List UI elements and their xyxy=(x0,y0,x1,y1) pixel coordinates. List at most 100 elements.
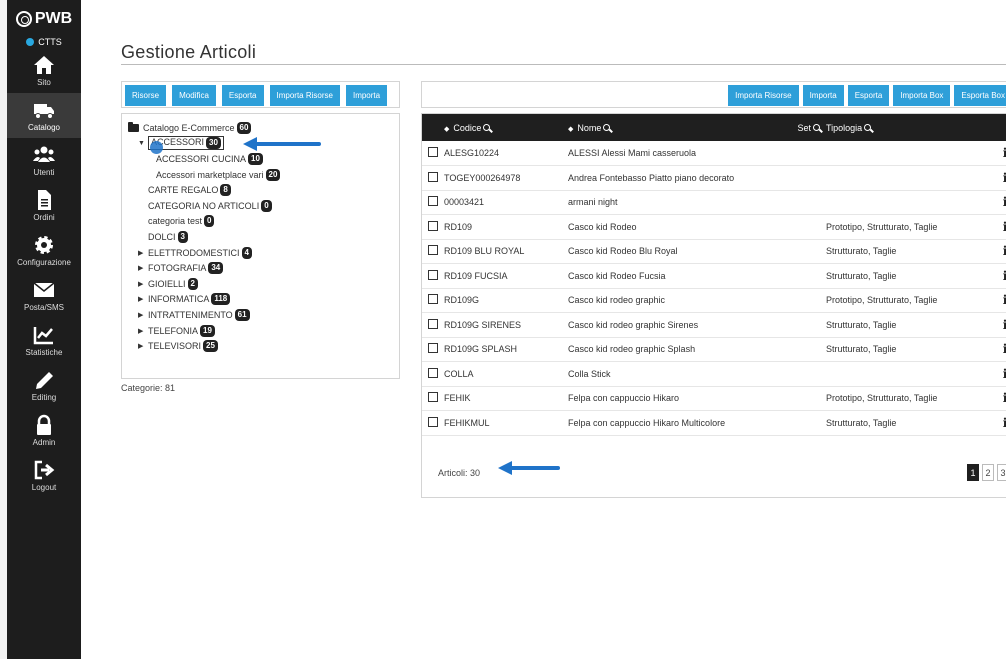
tree-item[interactable]: ▶ FOTOGRAFIA 34 xyxy=(128,260,393,276)
table-row[interactable]: RD109 Casco kid Rodeo Prototipo, Struttura… xyxy=(422,214,1006,240)
caret-right-icon[interactable]: ▶ xyxy=(138,311,148,319)
tree-item[interactable]: Accessori marketplace vari 20 xyxy=(128,167,393,183)
table-row[interactable]: RD109 BLU ROYAL Casco kid Rodeo Blu Royal… xyxy=(422,239,1006,264)
page-2-button[interactable]: 2 xyxy=(982,464,994,481)
nav-label: Statistiche xyxy=(25,348,63,357)
cell-name: Casco kid Rodeo Fucsia xyxy=(568,263,788,289)
cell-type xyxy=(826,165,995,191)
search-icon[interactable] xyxy=(483,123,491,131)
header-set[interactable]: Set xyxy=(788,114,826,141)
nav-item-statistiche[interactable]: Statistiche xyxy=(7,318,81,363)
row-checkbox[interactable] xyxy=(428,294,438,305)
pencil-icon xyxy=(36,372,53,389)
tree-item-label: ELETTRODOMESTICI xyxy=(148,247,240,258)
nav-item-posta-sms[interactable]: Posta/SMS xyxy=(7,273,81,318)
caret-right-icon[interactable]: ▶ xyxy=(138,327,148,335)
cell-type: Strutturato, Taglie xyxy=(826,239,995,264)
row-checkbox[interactable] xyxy=(428,196,438,207)
nav-item-admin[interactable]: Admin xyxy=(7,408,81,453)
nav-item-configurazione[interactable]: Configurazione xyxy=(7,228,81,273)
table-row[interactable]: COLLA Colla Stick i xyxy=(422,361,1006,387)
risorse-button[interactable]: Risorse xyxy=(125,85,167,106)
search-icon[interactable] xyxy=(603,123,611,131)
table-row[interactable]: TOGEY000264978 Andrea Fontebasso Piatto p… xyxy=(422,165,1006,191)
tree-item-label: TELEVISORI xyxy=(148,341,202,352)
tree-item[interactable]: categoria test 0 xyxy=(128,214,393,230)
row-checkbox[interactable] xyxy=(428,245,438,256)
esporta-button[interactable]: Esporta xyxy=(221,85,264,106)
esporta-box-button[interactable]: Esporta Box xyxy=(954,85,1006,106)
nav-label: Configurazione xyxy=(17,258,71,267)
esporta-button[interactable]: Esporta xyxy=(847,85,890,106)
cell-set xyxy=(788,190,826,215)
cell-name: Casco kid rodeo graphic Splash xyxy=(568,337,788,362)
header-code[interactable]: ◆ Codice xyxy=(444,114,568,141)
gear-icon xyxy=(35,236,53,254)
search-icon[interactable] xyxy=(864,123,872,131)
row-checkbox[interactable] xyxy=(428,416,438,427)
cell-name: ALESSI Alessi Mami casseruola xyxy=(568,141,788,166)
brand-logo[interactable]: PWB xyxy=(7,0,81,38)
row-checkbox[interactable] xyxy=(428,392,438,403)
cell-code: RD109G SPLASH xyxy=(444,337,568,362)
tree-item-label: CARTE REGALO xyxy=(148,185,219,196)
modifica-button[interactable]: Modifica xyxy=(172,85,216,106)
row-checkbox[interactable] xyxy=(428,269,438,280)
tree-item[interactable]: ▶ TELEFONIA 19 xyxy=(128,323,393,339)
row-checkbox[interactable] xyxy=(428,147,438,157)
page-3-button[interactable]: 3 xyxy=(997,464,1006,481)
table-row[interactable]: 00003421 armani night i xyxy=(422,190,1006,215)
header-type[interactable]: Tipologia xyxy=(826,114,995,141)
tree-item[interactable]: CATEGORIA NO ARTICOLI 0 xyxy=(128,198,393,214)
nav-item-sito[interactable]: Sito xyxy=(7,48,81,93)
row-checkbox[interactable] xyxy=(428,343,438,354)
table-row[interactable]: RD109G SIRENES Casco kid rodeo graphic Si… xyxy=(422,312,1006,338)
caret-down-icon[interactable]: ▼ xyxy=(138,140,148,147)
nav-item-catalogo[interactable]: Catalogo xyxy=(7,93,81,138)
table-row[interactable]: FEHIKMUL Felpa con cappuccio Hikaro Multi… xyxy=(422,410,1006,436)
nav-item-logout[interactable]: Logout xyxy=(7,453,81,498)
tree-item-label: categoria test xyxy=(148,216,203,227)
table-row[interactable]: RD109G SPLASH Casco kid rodeo graphic Spl… xyxy=(422,337,1006,362)
cell-code: RD109G xyxy=(444,288,568,313)
tree-item[interactable]: CARTE REGALO 8 xyxy=(128,182,393,198)
importa-risorse-button[interactable]: Importa Risorse xyxy=(269,85,340,106)
header-name[interactable]: ◆ Nome xyxy=(568,114,788,141)
page-1-button[interactable]: 1 xyxy=(967,464,979,481)
right-toolbar: Importa Risorse Importa Esporta Importa Box… xyxy=(421,81,1006,108)
tree-item[interactable]: ▶ GIOIELLI 2 xyxy=(128,276,393,292)
caret-right-icon[interactable]: ▶ xyxy=(138,264,148,272)
tree-item[interactable]: ACCESSORI CUCINA 10 xyxy=(128,151,393,167)
nav-item-utenti[interactable]: Utenti xyxy=(7,138,81,183)
tree-item-count: 20 xyxy=(265,168,281,181)
nav-item-ordini[interactable]: Ordini xyxy=(7,183,81,228)
row-checkbox[interactable] xyxy=(428,318,438,329)
importa-button[interactable]: Importa xyxy=(802,85,844,106)
tree-root[interactable]: Catalogo E-Commerce 60 xyxy=(128,120,393,136)
folder-icon xyxy=(128,121,139,132)
importa-risorse-button[interactable]: Importa Risorse xyxy=(728,85,799,106)
tree-item[interactable]: ▶ INFORMATICA 118 xyxy=(128,292,393,308)
tree-item[interactable]: ▶ INTRATTENIMENTO 61 xyxy=(128,307,393,323)
table-row[interactable]: FEHIK Felpa con cappuccio Hikaro Prototipo… xyxy=(422,386,1006,411)
tree-item[interactable]: DOLCI 3 xyxy=(128,229,393,245)
table-row[interactable]: RD109 FUCSIA Casco kid Rodeo Fucsia Strutt… xyxy=(422,263,1006,289)
row-checkbox[interactable] xyxy=(428,220,438,231)
search-icon[interactable] xyxy=(813,123,820,131)
tree-item[interactable]: ▶ ELETTRODOMESTICI 4 xyxy=(128,245,393,261)
caret-right-icon[interactable]: ▶ xyxy=(138,249,148,257)
tree-item[interactable]: ▶ TELEVISORI 25 xyxy=(128,338,393,354)
articles-table: ◆ Codice ◆ Nome Set Tipologia ALESG10224 AL… xyxy=(422,114,1006,436)
row-checkbox[interactable] xyxy=(428,367,438,378)
caret-right-icon[interactable]: ▶ xyxy=(138,342,148,350)
caret-right-icon[interactable]: ▶ xyxy=(138,295,148,303)
caret-right-icon[interactable]: ▶ xyxy=(138,280,148,288)
table-row[interactable]: ALESG10224 ALESSI Alessi Mami casseruola i xyxy=(422,141,1006,166)
table-row[interactable]: RD109G Casco kid rodeo graphic Prototipo, … xyxy=(422,288,1006,313)
cell-set xyxy=(788,214,826,240)
row-checkbox[interactable] xyxy=(428,171,438,182)
importa-box-button[interactable]: Importa Box xyxy=(893,85,951,106)
tree-item-label: ACCESSORI CUCINA xyxy=(156,153,247,164)
importa-button[interactable]: Importa xyxy=(345,85,388,106)
nav-item-editing[interactable]: Editing xyxy=(7,363,81,408)
